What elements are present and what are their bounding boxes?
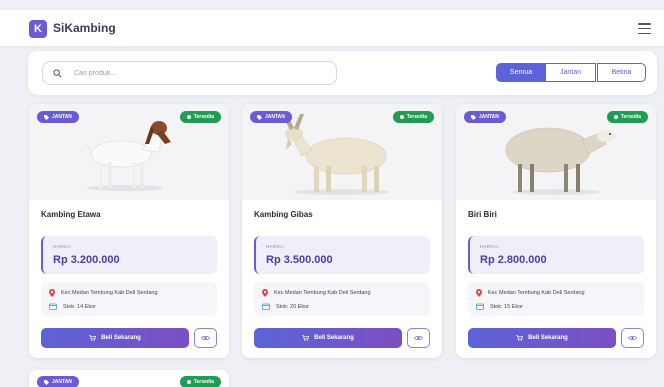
- buy-now-button[interactable]: Beli Sekarang: [468, 328, 616, 348]
- stock-badge: Tersedia: [606, 111, 648, 123]
- price-value: Rp 2.800.000: [480, 254, 547, 266]
- product-card: JANTAN Tersedia: [29, 370, 229, 387]
- tag-icon: [257, 114, 262, 120]
- stock-badge: Tersedia: [179, 111, 221, 123]
- search-input[interactable]: [74, 69, 314, 77]
- info-box: Kec Medan Tembung Kab Deli Serdang Stok:…: [254, 282, 430, 316]
- price-label: HARGA:: [480, 244, 500, 249]
- search-icon: [53, 68, 62, 77]
- stock-text: Stok: 20 Ekor: [276, 303, 310, 310]
- location-text: Kec Medan Tembung Kab Deli Serdang: [274, 290, 371, 296]
- filter-jantan-button[interactable]: Jantan: [546, 63, 596, 82]
- cart-icon: [89, 335, 97, 341]
- buy-now-button[interactable]: Beli Sekarang: [254, 328, 402, 348]
- price-value: Rp 3.500.000: [266, 254, 333, 266]
- price-box: HARGA: Rp 3.200.000: [41, 236, 217, 274]
- eye-icon: [201, 335, 210, 341]
- box-icon: [49, 303, 57, 310]
- logo-icon[interactable]: K: [29, 20, 47, 38]
- stock-text: Stok: 14 Ekor: [63, 303, 97, 310]
- map-pin-icon: [476, 289, 482, 297]
- brand-name[interactable]: SiKambing: [53, 21, 116, 35]
- filter-bar: Semua Jantan Betina: [28, 51, 657, 95]
- product-card: JANTAN Tersedia Biri Biri HARGA: Rp 2.80…: [456, 104, 656, 358]
- stock-row: Stok: 14 Ekor: [49, 303, 96, 310]
- dot-icon: [186, 115, 191, 119]
- product-name[interactable]: Biri Biri: [468, 210, 497, 219]
- location-text: Kec Medan Tembung Kab Deli Serdang: [61, 290, 158, 296]
- tag-icon: [44, 114, 49, 120]
- box-icon: [476, 303, 484, 310]
- navbar: K SiKambing: [0, 10, 664, 46]
- stock-row: Stok: 20 Ekor: [262, 303, 309, 310]
- map-pin-icon: [262, 289, 268, 297]
- filter-group: Semua Jantan Betina: [496, 63, 646, 82]
- tag-icon: [44, 379, 49, 385]
- product-card: JANTAN Tersedia Kambing Gibas HARGA: Rp …: [242, 104, 442, 358]
- buy-now-button[interactable]: Beli Sekarang: [41, 328, 189, 348]
- stock-row: Stok: 15 Ekor: [476, 303, 523, 310]
- box-icon: [262, 303, 270, 310]
- hamburger-icon[interactable]: [638, 23, 651, 34]
- dot-icon: [186, 380, 191, 384]
- price-box: HARGA: Rp 3.500.000: [254, 236, 430, 274]
- search-box[interactable]: [42, 61, 337, 85]
- stock-badge: Tersedia: [392, 111, 434, 123]
- view-detail-button[interactable]: [407, 328, 430, 348]
- price-label: HARGA:: [53, 244, 73, 249]
- type-badge: JANTAN: [250, 111, 292, 123]
- filter-betina-button[interactable]: Betina: [597, 63, 646, 82]
- product-card: JANTAN Tersedia Kambing Etawa HARGA: Rp …: [29, 104, 229, 358]
- price-value: Rp 3.200.000: [53, 254, 120, 266]
- info-box: Kec Medan Tembung Kab Deli Serdang Stok:…: [41, 282, 217, 316]
- type-badge: JANTAN: [464, 111, 506, 123]
- price-box: HARGA: Rp 2.800.000: [468, 236, 644, 274]
- location-row: Kec Medan Tembung Kab Deli Serdang: [476, 289, 585, 297]
- location-row: Kec Medan Tembung Kab Deli Serdang: [262, 289, 371, 297]
- stock-text: Stok: 15 Ekor: [490, 303, 524, 310]
- view-detail-button[interactable]: [194, 328, 217, 348]
- tag-icon: [471, 114, 476, 120]
- dot-icon: [399, 115, 404, 119]
- dot-icon: [613, 115, 618, 119]
- product-name[interactable]: Kambing Gibas: [254, 210, 313, 219]
- stock-badge: Tersedia: [179, 376, 221, 387]
- product-name[interactable]: Kambing Etawa: [41, 210, 101, 219]
- cart-icon: [302, 335, 310, 341]
- eye-icon: [628, 335, 637, 341]
- type-badge: JANTAN: [37, 111, 79, 123]
- filter-semua-button[interactable]: Semua: [496, 63, 546, 82]
- info-box: Kec Medan Tembung Kab Deli Serdang Stok:…: [468, 282, 644, 316]
- type-badge: JANTAN: [37, 376, 79, 387]
- location-row: Kec Medan Tembung Kab Deli Serdang: [49, 289, 158, 297]
- map-pin-icon: [49, 289, 55, 297]
- eye-icon: [414, 335, 423, 341]
- view-detail-button[interactable]: [621, 328, 644, 348]
- price-label: HARGA:: [266, 244, 286, 249]
- location-text: Kec Medan Tembung Kab Deli Serdang: [488, 290, 585, 296]
- cart-icon: [516, 335, 524, 341]
